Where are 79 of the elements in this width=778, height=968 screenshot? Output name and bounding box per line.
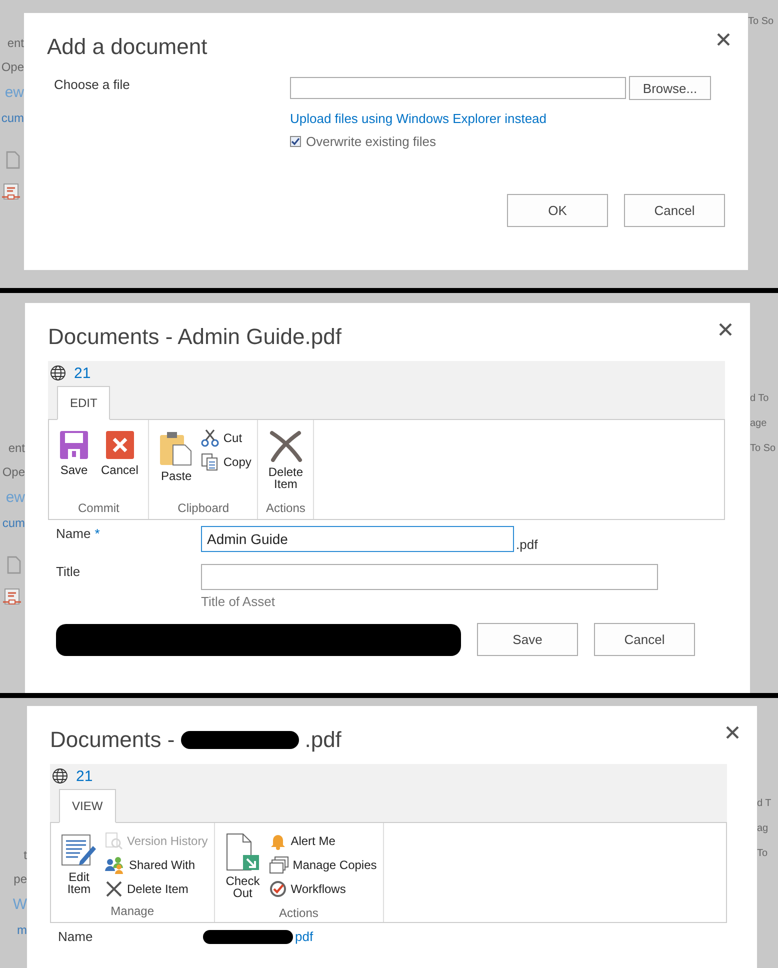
text-field[interactable]: Admin Guide — [201, 526, 514, 552]
background-text: t — [24, 848, 27, 862]
ribbon-button[interactable]: Delete Item — [105, 880, 208, 898]
background-text: Ope — [1, 60, 24, 74]
ribbon-tab[interactable]: EDIT — [57, 386, 110, 420]
field-hint: Title of Asset — [201, 594, 276, 609]
document-icon — [7, 556, 21, 574]
cut-icon — [201, 429, 220, 447]
ribbon-button[interactable]: Workflows — [268, 880, 377, 898]
dialog-title: .pdf — [304, 727, 342, 753]
background-text: ag — [757, 823, 768, 834]
upload-link[interactable]: Upload files using Windows Explorer instead — [290, 111, 725, 126]
ribbon-group-label: Actions — [265, 500, 306, 517]
shared-icon — [105, 856, 125, 874]
dialog-title: Documents - — [50, 727, 175, 753]
ribbon-group-label: Actions — [278, 905, 320, 922]
dialog-button[interactable]: Cancel — [624, 194, 725, 227]
ribbon-button[interactable]: Delete Item — [264, 425, 308, 499]
background-text: pe — [14, 872, 27, 886]
dialog-button[interactable]: OK — [507, 194, 608, 227]
browse-button[interactable]: Browse... — [629, 76, 711, 100]
background-text: To So — [750, 443, 776, 454]
globe-icon — [52, 768, 68, 784]
field-label: Choose a file — [54, 77, 131, 94]
background-text: d T — [757, 798, 772, 809]
ribbon-button[interactable]: Shared With — [105, 856, 208, 874]
dialog-title: Add a document — [47, 34, 208, 60]
background-text: ent — [7, 36, 24, 50]
workflows-icon — [268, 880, 287, 898]
background-text: To — [757, 848, 768, 859]
background-text: cum — [1, 111, 24, 125]
field-label: Name — [56, 526, 91, 541]
background-text: Ope — [2, 465, 25, 479]
field-label: Name — [58, 929, 93, 944]
ribbon-button[interactable]: Alert Me — [268, 832, 377, 850]
copy-icon — [201, 453, 220, 471]
ribbon-group-label: Manage — [110, 903, 156, 920]
location-link[interactable]: 21 — [74, 364, 91, 382]
dialog-button[interactable]: Cancel — [594, 623, 695, 656]
background-text: W — [12, 896, 27, 913]
ribbon-group-label: Commit — [77, 500, 120, 517]
close-icon[interactable] — [717, 33, 730, 46]
location-link[interactable]: 21 — [76, 768, 93, 784]
background-text: age — [750, 418, 767, 429]
paste-icon — [159, 430, 194, 466]
globe-icon — [50, 365, 66, 381]
file-name-link[interactable]: pdf — [295, 929, 314, 944]
file-extension: .pdf — [516, 537, 538, 552]
save-icon — [59, 430, 89, 460]
dialog-button[interactable]: Save — [477, 623, 578, 656]
text-field[interactable] — [201, 564, 658, 590]
ribbon-button[interactable]: Paste — [155, 425, 198, 499]
checkbox-label: Overwrite existing files — [306, 134, 436, 149]
ribbon-button[interactable]: Edit Item — [57, 828, 101, 902]
background-text: cum — [2, 516, 25, 530]
ribbon-button[interactable]: Copy — [201, 453, 252, 471]
checkbox[interactable] — [290, 136, 301, 147]
file-path-field[interactable] — [290, 77, 626, 99]
close-icon[interactable] — [726, 726, 739, 739]
background-text: ew — [4, 84, 24, 101]
close-icon[interactable] — [719, 323, 732, 336]
ribbon-tab[interactable]: VIEW — [59, 789, 116, 823]
cancel-icon — [104, 430, 135, 460]
background-text: m — [17, 923, 27, 937]
ribbon-button[interactable]: Cancel — [97, 425, 142, 499]
dialog-title: Documents - Admin Guide.pdf — [48, 324, 342, 350]
ribbon-button[interactable]: Save — [55, 425, 93, 499]
background-text: d To — [750, 393, 769, 404]
ribbon-group-label: Clipboard — [176, 500, 230, 517]
document-icon — [6, 151, 20, 169]
field-label: Title — [56, 564, 80, 579]
required-mark: * — [94, 526, 100, 541]
alert-icon — [268, 832, 287, 850]
ribbon-button[interactable]: Manage Copies — [268, 856, 377, 874]
ribbon-button[interactable]: Check Out — [220, 828, 265, 904]
background-text: To So — [748, 16, 774, 27]
background-text: ent — [8, 441, 25, 455]
background-text: ew — [6, 489, 25, 506]
ribbon-button[interactable]: Cut — [201, 429, 252, 447]
